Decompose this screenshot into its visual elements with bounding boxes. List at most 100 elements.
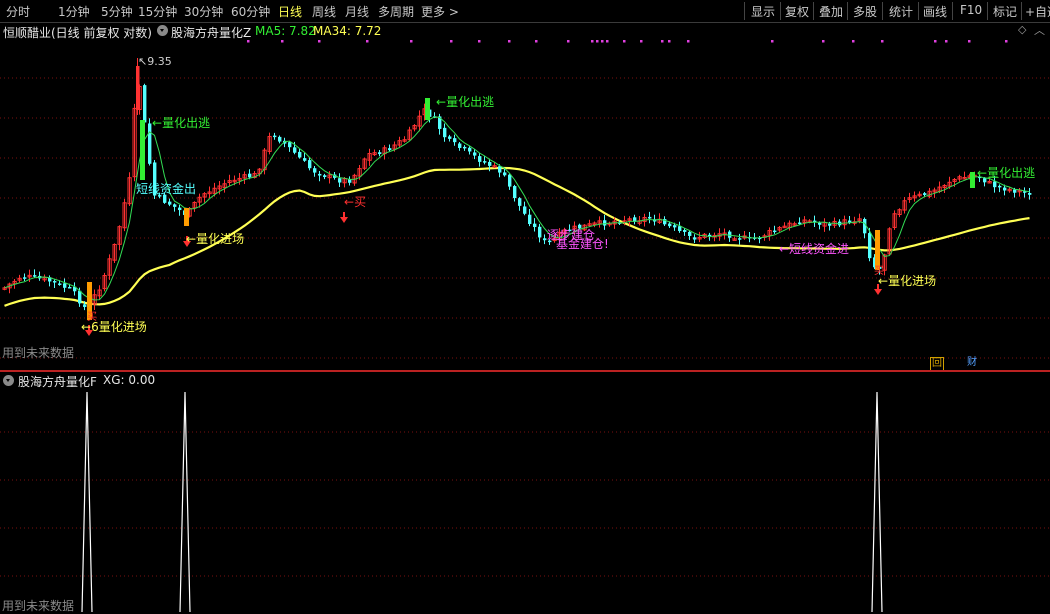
candle-body (278, 136, 282, 142)
candle-body (683, 230, 687, 232)
period-tab-fenshi[interactable]: 分时 (6, 3, 30, 20)
candle-body (273, 135, 277, 138)
candle-body (388, 148, 392, 151)
draw-button[interactable]: 画线 (923, 3, 947, 20)
adjust-button[interactable]: 复权 (785, 3, 809, 20)
signal-entry-label: ←量化进场 (186, 232, 245, 246)
stats-button[interactable]: 统计 (889, 3, 913, 20)
candle-body (518, 198, 522, 206)
divider (1021, 2, 1022, 20)
xg-spike (179, 391, 191, 613)
candle-body (468, 147, 472, 152)
overlay-button[interactable]: 叠加 (819, 3, 843, 20)
sub-info-bar: 股海方舟量化F XG: 0.00 (0, 373, 1050, 389)
candle-body (78, 290, 82, 304)
period-tab-multi[interactable]: 多周期 (378, 3, 414, 20)
signal-exit-text: 量化出逃 (162, 116, 211, 130)
period-tab-weekly[interactable]: 周线 (312, 3, 336, 20)
candle-body (533, 223, 537, 228)
candle-body (458, 143, 462, 148)
diamond-icon[interactable]: ◇ (1018, 23, 1026, 36)
fund-out-label: 短线资金出 (136, 182, 197, 196)
period-tab-monthly[interactable]: 月线 (345, 3, 369, 20)
divider (918, 2, 919, 20)
candle-body (868, 233, 872, 259)
candle-body (58, 283, 62, 285)
candle-body (136, 66, 140, 110)
signal-entry-text: 量化进场 (196, 232, 245, 246)
candle-body (303, 158, 307, 161)
xg-signal-chart[interactable] (0, 390, 1050, 614)
signal-entry-text: 量化进场 (98, 320, 147, 334)
info-badge-icon[interactable]: 回 (930, 357, 944, 371)
period-tab-daily[interactable]: 日线 (278, 3, 302, 20)
f10-button[interactable]: F10 (960, 3, 982, 17)
candle-body (498, 166, 502, 173)
candle-body (538, 226, 542, 238)
candle-body (313, 168, 317, 173)
signal-dot (601, 40, 604, 43)
signal-dot (1005, 40, 1008, 43)
period-tab-1min[interactable]: 1分钟 (58, 3, 90, 20)
arrow-up-icon (340, 212, 348, 223)
add-favorite-button[interactable]: +自选 (1025, 3, 1050, 20)
period-tab-5min[interactable]: 5分钟 (101, 3, 133, 20)
candle-body (668, 223, 672, 227)
candle-body (378, 152, 382, 155)
candle-body (523, 206, 527, 214)
chevron-up-icon[interactable]: ︿ (1034, 22, 1045, 38)
signal-dot (606, 40, 609, 43)
period-tab-more[interactable]: 更多 > (421, 3, 459, 20)
signal-dot (410, 40, 413, 43)
candle-body (828, 223, 832, 226)
candle-body (923, 193, 927, 195)
divider (744, 2, 745, 20)
signal-bar (970, 172, 975, 188)
multi-stock-button[interactable]: 多股 (853, 3, 877, 20)
finance-badge[interactable]: 财 (966, 357, 978, 369)
chevron-right-icon: > (448, 5, 459, 19)
signal-dot (881, 40, 884, 43)
buy-text: 买 (354, 195, 367, 209)
signal-dot (535, 40, 538, 43)
candle-body (248, 173, 252, 178)
show-button[interactable]: 显示 (751, 3, 775, 20)
main-info-bar: 恒顺醋业(日线 前复权 对数) 股海方舟量化Z MA5: 7.82 MA34: … (0, 22, 1050, 41)
candle-body (693, 237, 697, 240)
candle-body (1028, 192, 1032, 195)
candle-body (443, 127, 447, 138)
signal-dot (596, 40, 599, 43)
signal-dot (478, 40, 481, 43)
signal-dot (450, 40, 453, 43)
divider (987, 2, 988, 20)
future-data-note: 用到未来数据 (2, 346, 75, 360)
high-price-label: ↖9.35 (138, 55, 172, 68)
candle-body (478, 156, 482, 162)
candle-body (323, 175, 327, 178)
candle-body (143, 85, 147, 123)
sub-indicator-name[interactable]: 股海方舟量化F (18, 373, 97, 390)
indicator-menu-icon[interactable] (3, 375, 14, 386)
candle-body (148, 123, 152, 164)
divider (780, 2, 781, 20)
sub-grid (0, 431, 1050, 577)
divider (847, 2, 848, 20)
stock-title: 恒顺醋业(日线 前复权 对数) (3, 26, 152, 40)
main-indicator-name[interactable]: 股海方舟量化Z (171, 24, 251, 41)
candle-body (308, 160, 312, 169)
xg-spike (871, 391, 883, 613)
indicator-menu-icon[interactable] (157, 25, 168, 36)
signal-exit-label: ←量化出逃 (436, 95, 495, 109)
candle-body (543, 238, 547, 241)
candle-body (33, 275, 37, 277)
candlestick-chart[interactable] (0, 40, 1050, 370)
candle-body (463, 146, 467, 149)
signal-entry-text: 量化进场 (888, 274, 937, 288)
mark-button[interactable]: 标记 (993, 3, 1017, 20)
buy-marker: 买 (87, 312, 97, 323)
ma5-readout: MA5: 7.82 (255, 24, 316, 38)
signal-dot (623, 40, 626, 43)
period-tab-30min[interactable]: 30分钟 (184, 3, 223, 20)
period-tab-15min[interactable]: 15分钟 (138, 3, 177, 20)
period-tab-60min[interactable]: 60分钟 (231, 3, 270, 20)
